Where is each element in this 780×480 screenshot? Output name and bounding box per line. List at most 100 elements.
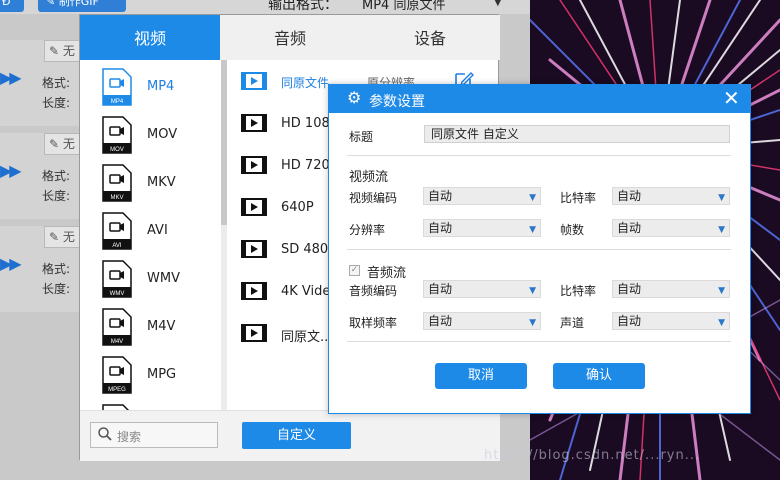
mpg-file-icon: MPEG <box>102 356 132 394</box>
resolution-label: 分辨率 <box>349 223 386 237</box>
arrow-right-icon: ▶▶ <box>0 254 22 273</box>
format-name: AVI <box>147 223 168 238</box>
cancel-button[interactable]: 取消 <box>435 363 527 389</box>
make-gif-button[interactable]: ✎ 制作GIF <box>38 0 126 12</box>
format-badge: AVI <box>112 243 122 249</box>
parameter-settings-dialog: ⚙ 参数设置 ✕ 标题 同原文件 自定义 视频流 视频编码 自动 ▼ 比特率 自动… <box>328 84 751 414</box>
output-format-value[interactable]: MP4 同原文件 <box>362 0 445 13</box>
resolution-name: 同原文件 <box>281 76 330 90</box>
channel-select[interactable]: 自动 ▼ <box>612 312 730 330</box>
tab-audio[interactable]: 音频 <box>220 15 360 60</box>
format-name: MP4 <box>147 79 175 94</box>
format-badge: MP4 <box>111 99 124 105</box>
video-file-icon <box>241 114 267 132</box>
arrow-right-icon: ▶▶ <box>0 68 22 87</box>
format-name: MOV <box>147 127 178 142</box>
audio-codec-select[interactable]: 自动 ▼ <box>423 280 541 298</box>
arrow-right-icon: ▶▶ <box>0 161 22 180</box>
format-label: 格式: <box>42 169 71 183</box>
divider <box>347 249 731 250</box>
queue-item[interactable]: ▶▶ ✎ 无 格式: 长度: <box>0 40 80 126</box>
video-file-icon <box>241 282 267 300</box>
mkv-file-icon: MKV <box>102 164 132 202</box>
dropdown-arrow-icon: ▼ <box>718 225 725 235</box>
divider <box>347 155 731 156</box>
confirm-button[interactable]: 确认 <box>553 363 645 389</box>
format-badge: M4V <box>111 339 123 345</box>
search-input[interactable]: 搜索 <box>90 422 218 448</box>
close-icon[interactable]: ✕ <box>723 87 740 109</box>
video-file-icon <box>241 156 267 174</box>
queue-item[interactable]: ▶▶ ✎ 无 格式: 长度: <box>0 133 80 219</box>
search-icon <box>98 427 112 441</box>
video-bitrate-select[interactable]: 自动 ▼ <box>612 187 730 205</box>
dialog-header: ⚙ 参数设置 ✕ <box>329 85 750 113</box>
video-bitrate-label: 比特率 <box>560 191 597 205</box>
m4v-file-icon: M4V <box>102 308 132 346</box>
audio-bitrate-select[interactable]: 自动 ▼ <box>612 280 730 298</box>
scrollbar-thumb[interactable] <box>221 60 227 225</box>
format-label: 格式: <box>42 76 71 90</box>
format-item-partial[interactable] <box>80 400 220 410</box>
chevron-down-icon[interactable]: ▼ <box>494 0 502 8</box>
tab-video[interactable]: 视频 <box>80 15 220 60</box>
format-list: MP4 MP4 MOV MOV MKV MKV AVI AVI WMV WMV … <box>80 60 220 410</box>
watermark: https://blog.csdn.net/...ryn... <box>484 448 701 463</box>
format-item-mov[interactable]: MOV MOV <box>80 112 220 160</box>
dialog-title: 参数设置 <box>369 94 425 110</box>
panel-footer: 搜索 自定义 <box>80 410 500 461</box>
divider <box>347 341 731 342</box>
file-name-field[interactable]: ✎ 无 <box>44 226 80 248</box>
sample-rate-label: 取样频率 <box>349 316 398 330</box>
gear-icon: ⚙ <box>347 88 362 107</box>
dropdown-arrow-icon: ▼ <box>718 318 725 328</box>
video-file-icon <box>241 198 267 216</box>
format-item-mp4[interactable]: MP4 MP4 <box>80 64 220 112</box>
file-name-field[interactable]: ✎ 无 <box>44 133 80 155</box>
mp4-file-icon: MP4 <box>102 68 132 106</box>
resolution-name: 4K Vide <box>281 284 331 299</box>
format-name: M4V <box>147 319 176 334</box>
toolbar-button-partial[interactable]: Ð <box>0 0 24 12</box>
video-stream-section: 视频流 <box>349 170 389 185</box>
resolution-name: 同原文... <box>281 330 333 345</box>
dropdown-arrow-icon: ▼ <box>718 193 725 203</box>
video-codec-label: 视频编码 <box>349 191 398 205</box>
framerate-select[interactable]: 自动 ▼ <box>612 219 730 237</box>
format-badge: MKV <box>110 195 123 201</box>
search-placeholder: 搜索 <box>117 430 142 444</box>
wmv-file-icon: WMV <box>102 260 132 298</box>
dropdown-arrow-icon: ▼ <box>529 225 536 235</box>
format-item-mpg[interactable]: MPEG MPG <box>80 352 220 400</box>
sample-rate-select[interactable]: 自动 ▼ <box>423 312 541 330</box>
queue-item[interactable]: ▶▶ ✎ 无 格式: 长度: <box>0 226 80 312</box>
tab-device[interactable]: 设备 <box>360 15 500 60</box>
dropdown-arrow-icon: ▼ <box>718 286 725 296</box>
format-item-m4v[interactable]: M4V M4V <box>80 304 220 352</box>
audio-codec-label: 音频编码 <box>349 284 398 298</box>
audio-stream-checkbox[interactable]: ✓ <box>349 265 360 276</box>
format-item-mkv[interactable]: MKV MKV <box>80 160 220 208</box>
file-name-field[interactable]: ✎ 无 <box>44 40 80 62</box>
output-format-label: 输出格式： <box>268 0 338 13</box>
custom-button[interactable]: 自定义 <box>242 422 351 449</box>
framerate-label: 帧数 <box>560 223 585 237</box>
resolution-select[interactable]: 自动 ▼ <box>423 219 541 237</box>
video-file-icon <box>241 240 267 258</box>
format-label: 格式: <box>42 262 71 276</box>
format-item-avi[interactable]: AVI AVI <box>80 208 220 256</box>
title-input[interactable]: 同原文件 自定义 <box>424 125 730 143</box>
format-list-scrollbar[interactable] <box>221 60 227 410</box>
audio-bitrate-label: 比特率 <box>560 284 597 298</box>
format-item-wmv[interactable]: WMV WMV <box>80 256 220 304</box>
audio-stream-section: 音频流 <box>367 266 407 281</box>
length-label: 长度: <box>42 96 71 110</box>
title-label: 标题 <box>349 130 374 144</box>
format-tabs: 视频 音频 设备 <box>80 15 500 60</box>
dropdown-arrow-icon: ▼ <box>529 286 536 296</box>
video-codec-select[interactable]: 自动 ▼ <box>423 187 541 205</box>
length-label: 长度: <box>42 189 71 203</box>
format-badge: MOV <box>110 147 124 153</box>
video-file-icon <box>241 72 267 90</box>
format-name: WMV <box>147 271 180 286</box>
